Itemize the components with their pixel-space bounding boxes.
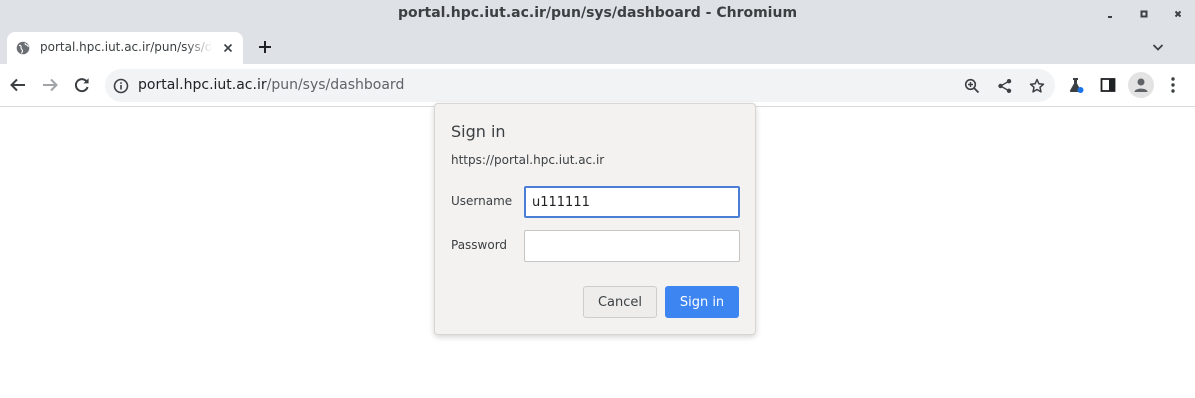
password-label: Password xyxy=(451,238,508,252)
url-host: portal.hpc.iut.ac.ir xyxy=(138,77,267,93)
tab-dashboard[interactable]: portal.hpc.iut.ac.ir/pun/sys/dashboard xyxy=(7,32,243,64)
close-icon xyxy=(1174,10,1182,18)
bookmark-button[interactable] xyxy=(1028,77,1046,95)
tab-title: portal.hpc.iut.ac.ir/pun/sys/dashboard xyxy=(40,40,212,54)
cancel-button[interactable]: Cancel xyxy=(583,286,657,318)
close-icon[interactable] xyxy=(220,40,236,56)
globe-icon xyxy=(16,41,30,55)
chevron-down-icon[interactable] xyxy=(1151,40,1165,54)
side-panel-icon xyxy=(1100,78,1116,92)
minimize-icon xyxy=(1108,16,1112,18)
url-path: /pun/sys/dashboard xyxy=(266,77,405,93)
info-icon xyxy=(113,78,129,94)
reload-button[interactable] xyxy=(72,75,92,95)
profile-button[interactable] xyxy=(1128,72,1154,98)
username-label: Username xyxy=(451,194,513,208)
side-panel-button[interactable] xyxy=(1098,75,1118,95)
zoom-in-icon xyxy=(964,78,980,94)
zoom-button[interactable] xyxy=(963,77,981,95)
star-icon xyxy=(1029,78,1045,93)
url-text: portal.hpc.iut.ac.ir/pun/sys/dashboard xyxy=(138,77,404,93)
avatar-icon xyxy=(1134,78,1148,92)
reload-icon xyxy=(74,78,89,93)
share-button[interactable] xyxy=(996,77,1014,95)
username-field[interactable] xyxy=(524,186,740,218)
kebab-menu-icon xyxy=(1171,77,1175,93)
browser-toolbar: portal.hpc.iut.ac.ir/pun/sys/dashboard xyxy=(0,64,1195,107)
minimize-button[interactable] xyxy=(1102,6,1118,22)
arrow-left-icon xyxy=(10,78,25,92)
forward-button[interactable] xyxy=(40,75,60,95)
extensions-button[interactable] xyxy=(1066,75,1086,95)
maximize-button[interactable] xyxy=(1136,6,1152,22)
maximize-icon xyxy=(1140,10,1148,18)
share-icon xyxy=(998,79,1012,93)
window-title: portal.hpc.iut.ac.ir/pun/sys/dashboard -… xyxy=(397,5,798,21)
flask-icon xyxy=(1069,78,1084,93)
password-field[interactable] xyxy=(524,230,740,262)
tab-strip: portal.hpc.iut.ac.ir/pun/sys/dashboard xyxy=(0,28,1195,64)
back-button[interactable] xyxy=(8,75,28,95)
arrow-right-icon xyxy=(43,78,58,92)
address-bar[interactable]: portal.hpc.iut.ac.ir/pun/sys/dashboard xyxy=(105,69,1055,102)
window-title-bar: portal.hpc.iut.ac.ir/pun/sys/dashboard -… xyxy=(0,0,1195,28)
dialog-origin: https://portal.hpc.iut.ac.ir xyxy=(451,153,605,167)
sign-in-button[interactable]: Sign in xyxy=(665,286,739,318)
plus-icon[interactable] xyxy=(257,39,273,55)
close-window-button[interactable] xyxy=(1170,6,1186,22)
site-info-button[interactable] xyxy=(112,77,130,95)
browser-menu-button[interactable] xyxy=(1163,75,1183,95)
sign-in-dialog: Sign in https://portal.hpc.iut.ac.ir Use… xyxy=(434,103,756,335)
dialog-title: Sign in xyxy=(451,122,506,141)
